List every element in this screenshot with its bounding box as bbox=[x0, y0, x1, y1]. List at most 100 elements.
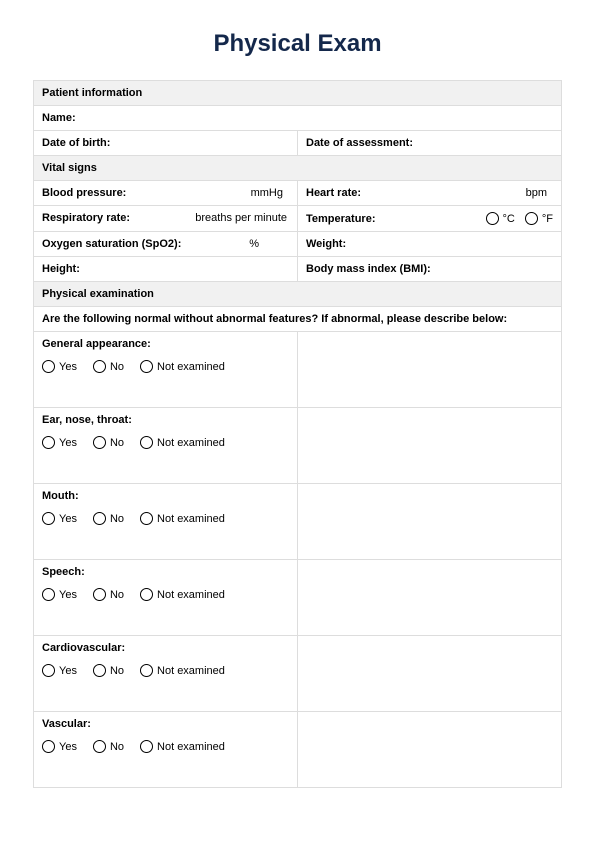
not-examined-option[interactable]: Not examined bbox=[140, 664, 225, 677]
temp-c-label: °C bbox=[503, 213, 515, 225]
not-examined-option[interactable]: Not examined bbox=[140, 588, 225, 601]
no-option-label: No bbox=[110, 589, 124, 601]
exam-item-notes[interactable] bbox=[298, 408, 562, 484]
not-examined-option[interactable]: Not examined bbox=[140, 512, 225, 525]
temp-field[interactable]: Temperature: °C °F bbox=[298, 206, 562, 232]
not-examined-option[interactable]: Not examined bbox=[140, 360, 225, 373]
exam-item-notes[interactable] bbox=[298, 484, 562, 560]
yes-option-label: Yes bbox=[59, 665, 77, 677]
radio-icon bbox=[93, 360, 106, 373]
not-examined-option-label: Not examined bbox=[157, 437, 225, 449]
not-examined-option-label: Not examined bbox=[157, 741, 225, 753]
bp-field[interactable]: Blood pressure: mmHg bbox=[34, 181, 298, 206]
yes-option[interactable]: Yes bbox=[42, 512, 77, 525]
yes-option-label: Yes bbox=[59, 437, 77, 449]
radio-icon bbox=[140, 512, 153, 525]
spo2-unit: % bbox=[249, 238, 259, 250]
yes-option-label: Yes bbox=[59, 513, 77, 525]
doa-label: Date of assessment: bbox=[306, 137, 413, 149]
radio-icon bbox=[93, 588, 106, 601]
not-examined-option-label: Not examined bbox=[157, 665, 225, 677]
exam-item-label: Speech: bbox=[42, 566, 289, 578]
not-examined-option[interactable]: Not examined bbox=[140, 436, 225, 449]
exam-item-notes[interactable] bbox=[298, 636, 562, 712]
yes-option[interactable]: Yes bbox=[42, 588, 77, 601]
radio-icon bbox=[140, 740, 153, 753]
exam-item-notes[interactable] bbox=[298, 712, 562, 788]
temp-label: Temperature: bbox=[306, 213, 375, 225]
exam-item-cell: Speech: Yes No Not examined bbox=[34, 560, 298, 636]
rr-label: Respiratory rate: bbox=[42, 212, 130, 224]
radio-icon bbox=[93, 740, 106, 753]
radio-icon bbox=[42, 664, 55, 677]
name-label: Name: bbox=[42, 112, 76, 124]
exam-item-label: Vascular: bbox=[42, 718, 289, 730]
no-option-label: No bbox=[110, 361, 124, 373]
exam-item-label: Cardiovascular: bbox=[42, 642, 289, 654]
hr-label: Heart rate: bbox=[306, 187, 361, 199]
radio-icon bbox=[42, 588, 55, 601]
exam-item-label: Mouth: bbox=[42, 490, 289, 502]
yes-option-label: Yes bbox=[59, 361, 77, 373]
exam-item-cell: General appearance: Yes No Not examined bbox=[34, 332, 298, 408]
not-examined-option[interactable]: Not examined bbox=[140, 740, 225, 753]
no-option[interactable]: No bbox=[93, 360, 124, 373]
bmi-label: Body mass index (BMI): bbox=[306, 263, 431, 275]
yes-option-label: Yes bbox=[59, 741, 77, 753]
radio-icon bbox=[486, 212, 499, 225]
radio-icon bbox=[93, 664, 106, 677]
not-examined-option-label: Not examined bbox=[157, 513, 225, 525]
yes-option[interactable]: Yes bbox=[42, 436, 77, 449]
no-option[interactable]: No bbox=[93, 664, 124, 677]
form-table: Patient information Name: Date of birth:… bbox=[33, 80, 562, 788]
exam-item-notes[interactable] bbox=[298, 560, 562, 636]
radio-icon bbox=[140, 664, 153, 677]
exam-item-options: Yes No Not examined bbox=[42, 360, 289, 373]
temp-f-label: °F bbox=[542, 213, 553, 225]
doa-field[interactable]: Date of assessment: bbox=[298, 131, 562, 156]
exam-item-label: General appearance: bbox=[42, 338, 289, 350]
bp-unit: mmHg bbox=[251, 187, 283, 199]
exam-item-cell: Vascular: Yes No Not examined bbox=[34, 712, 298, 788]
bmi-field[interactable]: Body mass index (BMI): bbox=[298, 257, 562, 282]
radio-icon bbox=[42, 360, 55, 373]
height-label: Height: bbox=[42, 263, 80, 275]
exam-item-options: Yes No Not examined bbox=[42, 740, 289, 753]
exam-item-options: Yes No Not examined bbox=[42, 664, 289, 677]
physical-exam-form: Physical Exam Patient information Name: … bbox=[0, 0, 595, 808]
rr-field[interactable]: Respiratory rate: breaths per minute bbox=[34, 206, 298, 232]
dob-label: Date of birth: bbox=[42, 137, 110, 149]
weight-field[interactable]: Weight: bbox=[298, 232, 562, 257]
exam-item-notes[interactable] bbox=[298, 332, 562, 408]
yes-option[interactable]: Yes bbox=[42, 360, 77, 373]
radio-icon bbox=[42, 512, 55, 525]
exam-item-options: Yes No Not examined bbox=[42, 512, 289, 525]
no-option[interactable]: No bbox=[93, 588, 124, 601]
hr-unit: bpm bbox=[526, 187, 547, 199]
no-option-label: No bbox=[110, 665, 124, 677]
no-option-label: No bbox=[110, 741, 124, 753]
spo2-field[interactable]: Oxygen saturation (SpO2): % bbox=[34, 232, 298, 257]
no-option[interactable]: No bbox=[93, 436, 124, 449]
radio-icon bbox=[93, 436, 106, 449]
no-option-label: No bbox=[110, 437, 124, 449]
exam-item-label: Ear, nose, throat: bbox=[42, 414, 289, 426]
section-patient-info: Patient information bbox=[34, 81, 562, 106]
dob-field[interactable]: Date of birth: bbox=[34, 131, 298, 156]
yes-option[interactable]: Yes bbox=[42, 664, 77, 677]
no-option[interactable]: No bbox=[93, 740, 124, 753]
exam-item-cell: Mouth: Yes No Not examined bbox=[34, 484, 298, 560]
yes-option[interactable]: Yes bbox=[42, 740, 77, 753]
radio-icon bbox=[140, 588, 153, 601]
radio-icon bbox=[42, 740, 55, 753]
bp-label: Blood pressure: bbox=[42, 187, 126, 199]
page-title: Physical Exam bbox=[33, 30, 562, 58]
name-field[interactable]: Name: bbox=[34, 106, 562, 131]
hr-field[interactable]: Heart rate: bpm bbox=[298, 181, 562, 206]
weight-label: Weight: bbox=[306, 238, 346, 250]
no-option[interactable]: No bbox=[93, 512, 124, 525]
height-field[interactable]: Height: bbox=[34, 257, 298, 282]
temp-f-option[interactable]: °F bbox=[525, 212, 553, 225]
temp-c-option[interactable]: °C bbox=[486, 212, 515, 225]
radio-icon bbox=[140, 436, 153, 449]
